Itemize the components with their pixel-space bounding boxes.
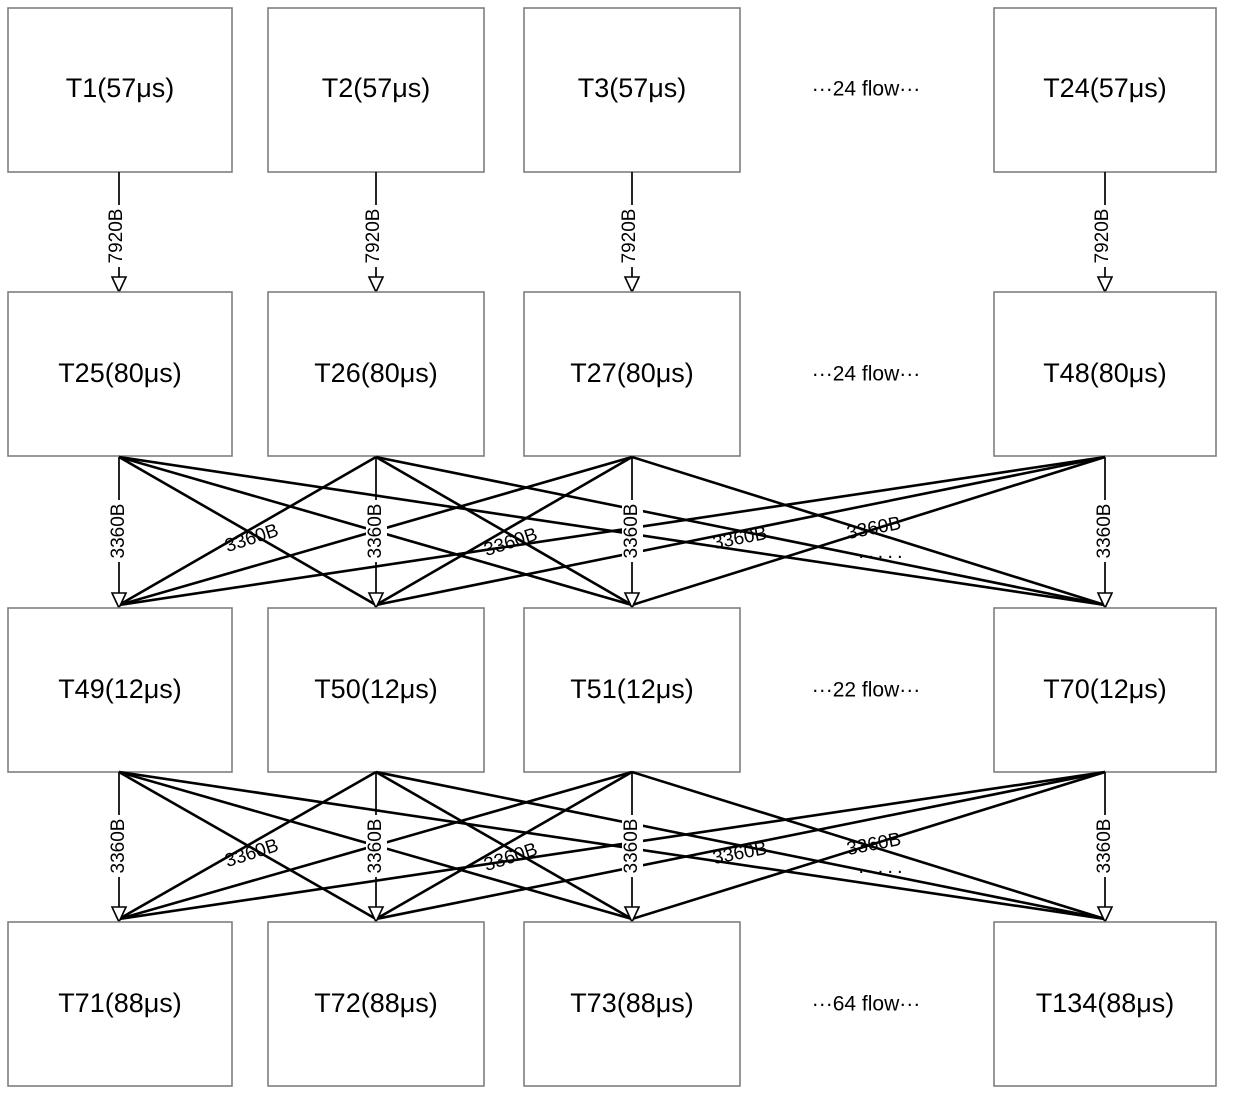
edge-weight-diagonal: 3360B <box>481 524 540 561</box>
edge-weight-label: 3360B <box>481 839 540 876</box>
edge-weight-label: 7920B <box>619 209 640 264</box>
node-label: T48(80μs) <box>1043 358 1167 388</box>
edge-vertical: 3360B <box>1094 772 1116 924</box>
node-label: T27(80μs) <box>570 358 694 388</box>
edge-weight-label: 3360B <box>845 829 903 860</box>
node-label: T1(57μs) <box>66 73 175 103</box>
node-box[interactable]: T25(80μs) <box>7 291 233 457</box>
node-box[interactable]: T1(57μs) <box>7 7 233 173</box>
row-1-flow-note: ···24 flow··· <box>812 78 921 101</box>
node-label: T134(88μs) <box>1036 988 1175 1018</box>
node-box[interactable]: T51(12μs) <box>523 607 741 773</box>
edge-weight-diagonal: 3360B <box>222 835 281 872</box>
node-box[interactable]: T2(57μs) <box>267 7 485 173</box>
edge-weight-diagonal: 3360B <box>481 839 540 876</box>
node-box[interactable]: T24(57μs) <box>993 7 1217 173</box>
edges-ellipsis: ····· <box>858 545 906 567</box>
row-3-flow-note: ···22 flow··· <box>812 679 921 702</box>
row-2-group: T25(80μs) T26(80μs) T27(80μs) T48(80μs) … <box>7 291 1217 457</box>
node-box[interactable]: T49(12μs) <box>7 607 233 773</box>
node-box[interactable]: T3(57μs) <box>523 7 741 173</box>
row-1-group: T1(57μs) T2(57μs) T3(57μs) T24(57μs) ···… <box>7 7 1217 173</box>
node-box[interactable]: T71(88μs) <box>7 921 233 1087</box>
row-3-group: T49(12μs) T50(12μs) T51(12μs) T70(12μs) … <box>7 607 1217 773</box>
node-label: T24(57μs) <box>1043 73 1167 103</box>
edge-vertical: 3360B <box>108 772 130 924</box>
edge-vertical: 7920B <box>363 172 385 294</box>
edge-weight-label: 3360B <box>108 819 129 874</box>
edge-weight-label: 7920B <box>106 209 127 264</box>
edge-vertical: 3360B <box>108 457 130 610</box>
edge-weight-label: 3360B <box>1094 819 1115 874</box>
edge-weight-label: 3360B <box>222 835 281 872</box>
row-4-group: T71(88μs) T72(88μs) T73(88μs) T134(88μs)… <box>7 921 1217 1087</box>
edge-weight-label: 3360B <box>108 504 129 559</box>
node-label: T3(57μs) <box>578 73 687 103</box>
edge-weight-label: 3360B <box>481 524 540 561</box>
edge-vertical: 3360B <box>365 772 387 924</box>
edge-vertical: 3360B <box>621 457 643 610</box>
edge-weight-diagonal: 3360B <box>845 829 903 860</box>
node-box[interactable]: T72(88μs) <box>267 921 485 1087</box>
edge-vertical: 3360B <box>621 772 643 924</box>
edge-weight-label: 3360B <box>1094 504 1115 559</box>
flow-diagram-svg: T1(57μs) T2(57μs) T3(57μs) T24(57μs) ···… <box>7 7 1217 1087</box>
node-box[interactable]: T134(88μs) <box>993 921 1217 1087</box>
edge-weight-diagonal: 3360B <box>222 520 281 557</box>
edges-row1-row2: 7920B 7920B 7920B 7920B <box>106 172 1114 294</box>
row-2-flow-note: ···24 flow··· <box>812 363 921 386</box>
node-label: T2(57μs) <box>322 73 431 103</box>
edge-weight-label: 7920B <box>363 209 384 264</box>
row-4-flow-note: ···64 flow··· <box>812 993 921 1016</box>
node-label: T50(12μs) <box>314 674 438 704</box>
edge-vertical: 3360B <box>365 457 387 610</box>
edge-weight-label: 3360B <box>365 504 386 559</box>
node-box[interactable]: T70(12μs) <box>993 607 1217 773</box>
node-label: T51(12μs) <box>570 674 694 704</box>
edge-weight-label: 3360B <box>222 520 281 557</box>
node-label: T25(80μs) <box>58 358 182 388</box>
node-label: T70(12μs) <box>1043 674 1167 704</box>
diagram-canvas: T1(57μs) T2(57μs) T3(57μs) T24(57μs) ···… <box>0 0 1240 1101</box>
edge-weight-label: 3360B <box>621 504 642 559</box>
node-box[interactable]: T27(80μs) <box>523 291 741 457</box>
edge-vertical: 7920B <box>1092 172 1114 294</box>
node-label: T73(88μs) <box>570 988 694 1018</box>
node-box[interactable]: T26(80μs) <box>267 291 485 457</box>
node-box[interactable]: T50(12μs) <box>267 607 485 773</box>
edge-vertical: 7920B <box>106 172 128 294</box>
edge-weight-label: 7920B <box>1092 209 1113 264</box>
edge-vertical: 3360B <box>1094 457 1116 610</box>
node-label: T26(80μs) <box>314 358 438 388</box>
edges-row2-row3: 3360B 3360B 3360B 3360B 3360B 3360B 3360… <box>108 455 1116 610</box>
edges-row3-row4: 3360B 3360B 3360B 3360B 3360B 3360B 3360… <box>108 770 1116 924</box>
edge-vertical: 7920B <box>619 172 641 294</box>
node-box[interactable]: T73(88μs) <box>523 921 741 1087</box>
node-label: T72(88μs) <box>314 988 438 1018</box>
node-box[interactable]: T48(80μs) <box>993 291 1217 457</box>
edge-weight-label: 3360B <box>621 819 642 874</box>
node-label: T71(88μs) <box>58 988 182 1018</box>
edges-ellipsis: ····· <box>858 860 906 882</box>
edge-weight-label: 3360B <box>365 819 386 874</box>
node-label: T49(12μs) <box>58 674 182 704</box>
